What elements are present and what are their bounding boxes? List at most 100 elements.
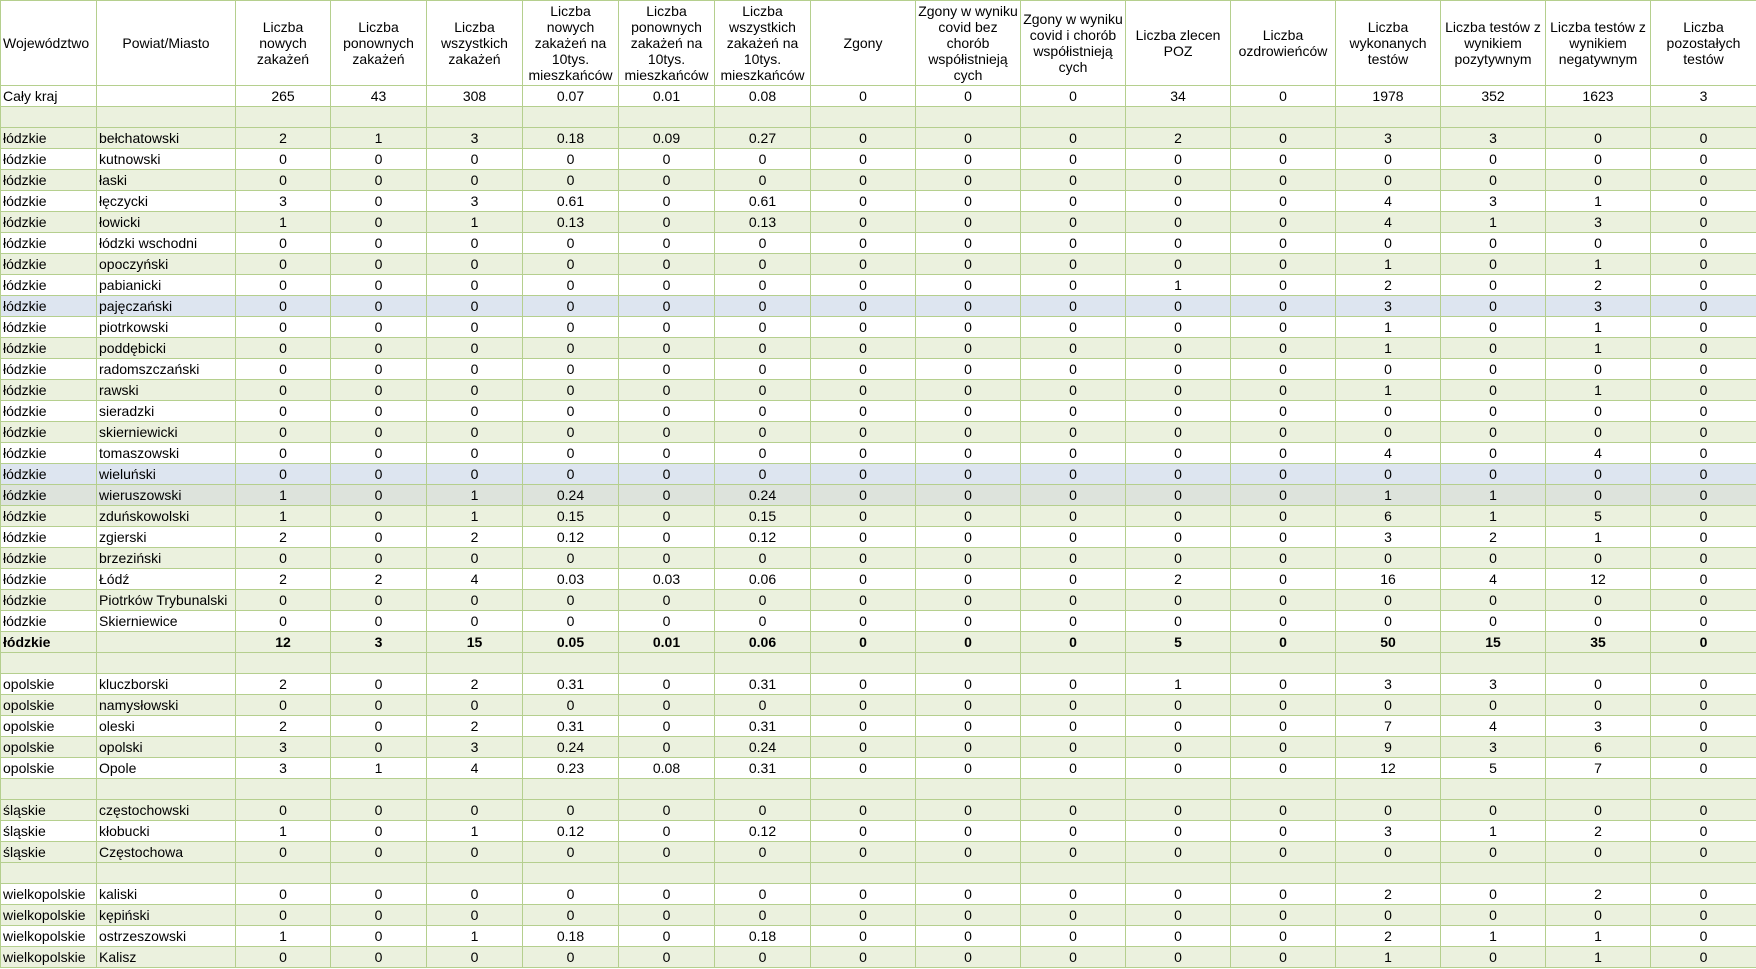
table-cell[interactable]: 0 (618, 358, 715, 380)
table-cell[interactable]: 0 (1545, 358, 1651, 380)
table-cell[interactable]: 3 (330, 631, 427, 653)
table-cell[interactable]: 0 (426, 169, 523, 191)
table-cell[interactable]: 0 (1020, 148, 1126, 170)
table-cell[interactable]: 0.18 (714, 925, 811, 947)
table-cell[interactable]: 0 (810, 589, 916, 611)
table-cell[interactable]: 0 (1545, 127, 1651, 149)
table-cell[interactable]: 0 (1230, 925, 1336, 947)
table-cell[interactable]: 0 (1650, 589, 1756, 611)
table-cell[interactable]: 0 (522, 148, 619, 170)
table-cell[interactable]: 0 (915, 736, 1021, 758)
table-cell[interactable]: sieradzki (96, 400, 236, 422)
table-cell[interactable]: ostrzeszowski (96, 925, 236, 947)
table-cell[interactable]: 0 (1650, 484, 1756, 506)
table-cell[interactable]: 0 (1230, 631, 1336, 653)
table-cell[interactable]: 0 (1650, 505, 1756, 527)
table-cell[interactable]: 0 (810, 610, 916, 632)
table-cell[interactable]: 0 (1440, 253, 1546, 275)
table-cell[interactable]: kaliski (96, 883, 236, 905)
table-cell[interactable]: 0 (714, 841, 811, 863)
table-cell[interactable]: śląskie (0, 841, 97, 863)
table-cell[interactable]: 0 (1125, 379, 1231, 401)
table-cell[interactable]: opolskie (0, 694, 97, 716)
table-cell[interactable]: 0 (1650, 421, 1756, 443)
table-cell[interactable]: 0 (1020, 757, 1126, 779)
table-cell[interactable]: 0 (1440, 799, 1546, 821)
table-cell[interactable]: 0 (522, 337, 619, 359)
table-cell[interactable]: 12 (1335, 757, 1441, 779)
table-cell[interactable]: łódzkie (0, 274, 97, 296)
table-cell[interactable]: 0 (1650, 379, 1756, 401)
table-cell[interactable]: 0.24 (522, 484, 619, 506)
table-cell[interactable]: 0 (330, 673, 427, 695)
table-cell[interactable]: 0 (915, 610, 1021, 632)
table-cell[interactable]: 0.31 (714, 673, 811, 695)
table-cell[interactable]: 0 (1020, 946, 1126, 968)
column-header[interactable]: Liczba nowych zakażeń na 10tys. mieszkań… (522, 0, 619, 86)
table-cell[interactable]: 3 (1545, 715, 1651, 737)
table-cell[interactable]: 0 (915, 400, 1021, 422)
table-cell[interactable]: 1 (1545, 379, 1651, 401)
table-cell[interactable]: 0 (1230, 568, 1336, 590)
table-cell[interactable] (618, 652, 715, 674)
table-cell[interactable] (0, 652, 97, 674)
table-cell[interactable]: 0 (235, 547, 331, 569)
table-cell[interactable]: 0 (1125, 148, 1231, 170)
table-cell[interactable]: 0 (1230, 295, 1336, 317)
table-cell[interactable]: zduńskowolski (96, 505, 236, 527)
table-cell[interactable] (915, 778, 1021, 800)
table-cell[interactable]: 0 (915, 169, 1021, 191)
table-cell[interactable]: 0 (1020, 127, 1126, 149)
table-cell[interactable]: 0 (1230, 148, 1336, 170)
table-cell[interactable]: 0 (618, 799, 715, 821)
table-cell[interactable]: 0 (1125, 232, 1231, 254)
table-cell[interactable]: 0.15 (714, 505, 811, 527)
table-cell[interactable]: 2 (426, 526, 523, 548)
table-cell[interactable]: łowicki (96, 211, 236, 233)
table-cell[interactable]: 0 (235, 337, 331, 359)
table-cell[interactable]: 0 (1020, 442, 1126, 464)
table-cell[interactable]: 0.08 (618, 757, 715, 779)
table-cell[interactable]: 0 (810, 736, 916, 758)
table-cell[interactable] (1440, 862, 1546, 884)
table-cell[interactable]: 0 (915, 505, 1021, 527)
table-cell[interactable]: 4 (1335, 211, 1441, 233)
table-cell[interactable]: 0 (714, 694, 811, 716)
table-cell[interactable]: 0 (1230, 799, 1336, 821)
table-cell[interactable] (235, 862, 331, 884)
table-cell[interactable]: 0 (426, 379, 523, 401)
table-cell[interactable]: 0 (1335, 400, 1441, 422)
table-cell[interactable]: 0 (1125, 904, 1231, 926)
table-cell[interactable]: 0 (1020, 211, 1126, 233)
table-cell[interactable]: 0 (426, 337, 523, 359)
table-cell[interactable]: 0 (330, 295, 427, 317)
column-header[interactable]: Liczba ozdrowieńców (1230, 0, 1336, 86)
table-cell[interactable]: 0.18 (522, 127, 619, 149)
table-cell[interactable]: 1 (235, 505, 331, 527)
table-cell[interactable]: skierniewicki (96, 421, 236, 443)
table-cell[interactable] (1020, 778, 1126, 800)
table-cell[interactable]: 0 (426, 610, 523, 632)
table-cell[interactable]: 1 (235, 484, 331, 506)
table-cell[interactable] (1230, 862, 1336, 884)
table-cell[interactable]: 0 (426, 148, 523, 170)
table-cell[interactable]: 0 (1335, 232, 1441, 254)
table-cell[interactable]: 0 (810, 274, 916, 296)
table-cell[interactable]: 0 (426, 400, 523, 422)
table-cell[interactable]: 2 (1335, 883, 1441, 905)
table-cell[interactable]: 0 (714, 148, 811, 170)
table-cell[interactable]: 0 (426, 841, 523, 863)
table-cell[interactable]: 0 (426, 946, 523, 968)
table-cell[interactable]: 0 (1230, 736, 1336, 758)
table-cell[interactable]: rawski (96, 379, 236, 401)
table-cell[interactable]: 1 (426, 211, 523, 233)
table-cell[interactable]: 0 (235, 946, 331, 968)
table-cell[interactable]: 3 (1545, 295, 1651, 317)
table-cell[interactable]: 0 (522, 442, 619, 464)
table-cell[interactable]: 7 (1335, 715, 1441, 737)
table-cell[interactable] (618, 862, 715, 884)
table-cell[interactable]: 0.31 (522, 673, 619, 695)
table-cell[interactable] (1230, 652, 1336, 674)
table-cell[interactable]: 0 (1545, 421, 1651, 443)
table-cell[interactable]: 6 (1545, 736, 1651, 758)
